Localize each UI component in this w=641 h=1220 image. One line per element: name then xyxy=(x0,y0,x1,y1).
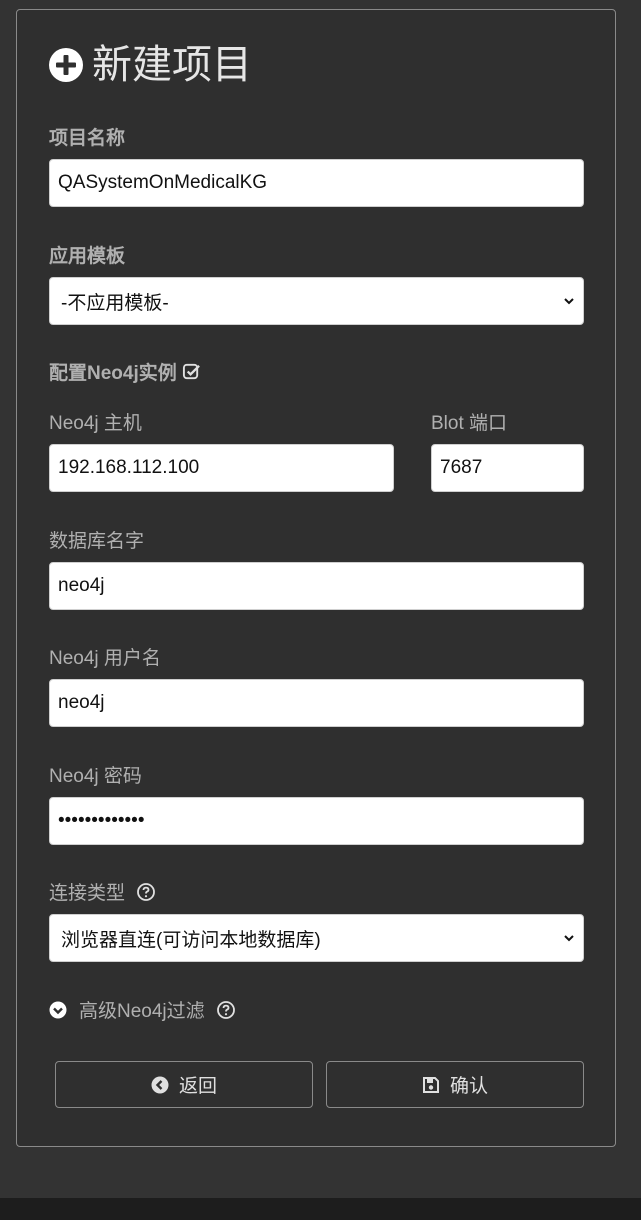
connection-type-label-text: 连接类型 xyxy=(49,883,126,904)
save-icon xyxy=(422,1076,439,1093)
checkbox-checked-icon[interactable] xyxy=(182,362,201,381)
question-circle-icon[interactable] xyxy=(216,1000,235,1019)
plus-circle-icon xyxy=(49,48,83,82)
template-select[interactable]: -不应用模板- xyxy=(49,277,584,325)
new-project-panel: 新建项目 项目名称 QASystemOnMedicalKG 应用模板 -不应用模… xyxy=(16,9,616,1147)
host-input[interactable]: 192.168.112.100 xyxy=(49,444,394,492)
connection-type-select[interactable]: 浏览器直连(可访问本地数据库) xyxy=(49,914,584,962)
database-input[interactable]: neo4j xyxy=(49,562,584,610)
template-selected-value: -不应用模板- xyxy=(61,292,169,314)
confirm-button-label: 确认 xyxy=(449,1076,488,1097)
password-label: Neo4j 密码 xyxy=(49,766,142,787)
username-input[interactable]: neo4j xyxy=(49,679,584,727)
back-button[interactable]: 返回 xyxy=(55,1061,313,1108)
chevron-circle-down-icon xyxy=(49,1001,67,1018)
advanced-filter-label: 高级Neo4j过滤 xyxy=(79,1001,205,1022)
project-name-label: 项目名称 xyxy=(49,128,126,149)
username-label: Neo4j 用户名 xyxy=(49,648,161,669)
neo4j-config-label-text: 配置Neo4j实例 xyxy=(49,363,177,384)
host-label: Neo4j 主机 xyxy=(49,413,142,434)
footer-bar xyxy=(0,1198,641,1220)
confirm-button[interactable]: 确认 xyxy=(326,1061,584,1108)
chevron-down-icon xyxy=(564,935,574,942)
template-label: 应用模板 xyxy=(49,246,126,267)
arrow-circle-left-icon xyxy=(151,1076,169,1093)
port-input[interactable]: 7687 xyxy=(431,444,584,492)
page-title: 新建项目 xyxy=(48,45,252,85)
chevron-down-icon xyxy=(564,298,574,305)
page-title-text: 新建项目 xyxy=(92,43,252,87)
port-label: Blot 端口 xyxy=(431,413,508,434)
project-name-input[interactable]: QASystemOnMedicalKG xyxy=(49,159,584,207)
database-label: 数据库名字 xyxy=(49,531,145,552)
question-circle-icon[interactable] xyxy=(137,882,155,901)
password-input[interactable]: ••••••••••••• xyxy=(49,797,584,845)
connection-type-selected-value: 浏览器直连(可访问本地数据库) xyxy=(61,929,321,951)
back-button-label: 返回 xyxy=(178,1076,217,1097)
neo4j-config-label[interactable]: 配置Neo4j实例 xyxy=(49,358,201,385)
connection-type-label: 连接类型 xyxy=(49,878,155,905)
advanced-filter-toggle[interactable]: 高级Neo4j过滤 xyxy=(49,996,235,1023)
